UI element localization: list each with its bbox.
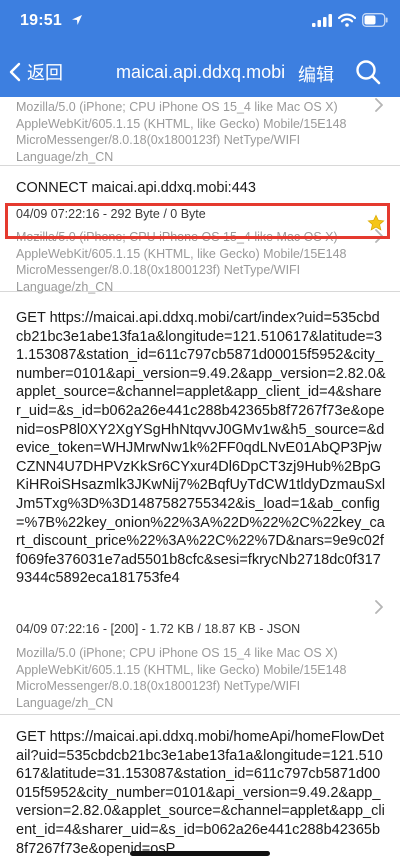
wifi-icon: [338, 13, 356, 27]
user-agent-text: Mozilla/5.0 (iPhone; CPU iPhone OS 15_4 …: [16, 100, 347, 164]
back-button[interactable]: 返回: [8, 58, 63, 86]
status-bar: 19:51: [0, 0, 400, 44]
star-icon[interactable]: [367, 214, 385, 232]
status-time: 19:51: [20, 12, 62, 29]
list-item-highlighted[interactable]: GET https://maicai.api.ddxq.mobi/cart/in…: [0, 292, 400, 715]
header-bar: 19:51 返回 maicai.api.ddxq.mobi 编辑: [0, 0, 400, 97]
request-line: GET https://maicai.api.ddxq.mobi/cart/in…: [16, 310, 386, 587]
cellular-signal-icon: [312, 14, 332, 27]
request-meta: 04/09 07:22:16 - [200] - 1.72 KB / 18.87…: [16, 622, 301, 636]
edit-button[interactable]: 编辑: [298, 61, 334, 87]
location-arrow-icon: [72, 15, 82, 25]
request-line: CONNECT maicai.api.ddxq.mobi:443: [16, 180, 256, 196]
highlight-box: [5, 203, 390, 239]
request-line: GET https://maicai.api.ddxq.mobi/homeApi…: [16, 729, 385, 857]
home-indicator: [130, 851, 270, 856]
chevron-right-icon: [375, 600, 383, 614]
chevron-left-icon: [9, 62, 21, 82]
list-item[interactable]: GET https://maicai.api.ddxq.mobi/homeApi…: [0, 715, 400, 866]
list-item[interactable]: Mozilla/5.0 (iPhone; CPU iPhone OS 15_4 …: [0, 97, 400, 166]
chevron-right-icon: [375, 98, 383, 112]
back-label: 返回: [27, 63, 63, 83]
nav-bar: 返回 maicai.api.ddxq.mobi 编辑: [0, 50, 400, 94]
user-agent-text: Mozilla/5.0 (iPhone; CPU iPhone OS 15_4 …: [16, 646, 347, 710]
search-icon[interactable]: [354, 58, 382, 86]
page-title: maicai.api.ddxq.mobi: [116, 62, 286, 82]
battery-icon: [362, 13, 388, 27]
